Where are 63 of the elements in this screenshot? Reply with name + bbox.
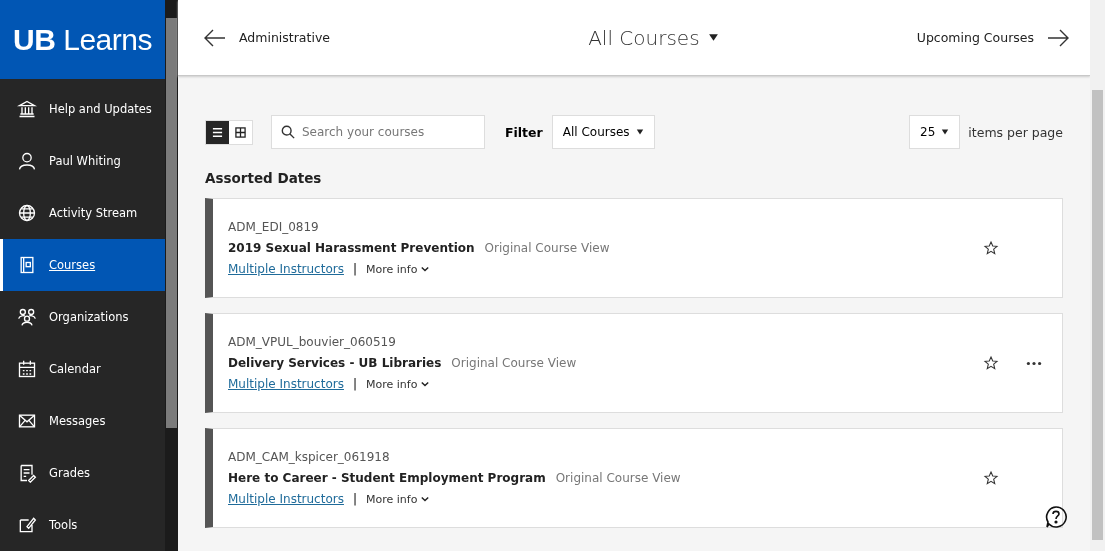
more-info-toggle[interactable]: More info — [366, 492, 430, 506]
more-info-toggle[interactable]: More info — [366, 377, 430, 391]
globe-icon — [17, 203, 37, 223]
per-page-label: items per page — [968, 124, 1063, 140]
sidebar-item[interactable]: Grades — [0, 447, 165, 499]
separator: | — [352, 262, 357, 276]
sidebar-item[interactable]: Activity Stream — [0, 187, 165, 239]
course-scope-dropdown[interactable]: All Courses — [588, 25, 719, 50]
course-title[interactable]: Delivery Services - UB Libraries — [228, 356, 442, 370]
tools-icon — [17, 515, 37, 535]
course-card[interactable]: ADM_VPUL_bouvier_060519 Delivery Services - UB Libraries Original Course View Multiple Instructors | More info — [205, 313, 1063, 413]
more-info-toggle[interactable]: More info — [366, 262, 430, 276]
list-view-button[interactable] — [206, 120, 229, 144]
per-page-dropdown[interactable]: 25 — [909, 115, 961, 149]
scrollbar[interactable] — [165, 0, 178, 551]
chevron-icon — [421, 495, 430, 503]
course-view-label: Original Course View — [451, 356, 577, 370]
course-view-label: Original Course View — [555, 471, 681, 485]
filter-label: Filter — [505, 124, 543, 140]
chevron-icon — [421, 265, 430, 273]
course-title[interactable]: Here to Career - Student Employment Program — [228, 471, 546, 485]
star-icon[interactable] — [983, 470, 999, 486]
separator: | — [352, 492, 357, 506]
separator: | — [352, 377, 357, 391]
course-code: ADM_EDI_0819 — [228, 220, 320, 234]
course-card[interactable]: ADM_CAM_kspicer_061918 Here to Career - Student Employment Program Original Course View Multiple Instructors | More info — [205, 428, 1063, 528]
filter-dropdown[interactable]: All Courses — [551, 115, 655, 149]
back-link[interactable]: Administrative — [203, 25, 330, 50]
sidebar-item[interactable]: Courses — [0, 239, 165, 291]
search-field[interactable]: Search your courses — [271, 115, 485, 149]
person-icon — [17, 151, 37, 171]
logo: UB Learns — [0, 0, 165, 79]
course-card[interactable]: ADM_EDI_0819 2019 Sexual Harassment Prevention Original Course View Multiple Instructors | More info — [205, 198, 1063, 298]
course-title[interactable]: 2019 Sexual Harassment Prevention — [228, 241, 475, 255]
section-title: Assorted Dates — [205, 170, 323, 186]
list-icon — [212, 126, 223, 138]
calendar-icon — [17, 359, 37, 379]
people-icon — [17, 307, 37, 327]
course-code: ADM_CAM_kspicer_061918 — [228, 450, 391, 464]
course-code: ADM_VPUL_bouvier_060519 — [228, 335, 397, 349]
instructors-link[interactable]: Multiple Instructors — [228, 262, 344, 276]
grid-icon — [235, 126, 246, 138]
caret-icon — [941, 128, 950, 136]
sidebar-item[interactable]: Help and Updates — [0, 83, 165, 135]
course-view-label: Original Course View — [484, 241, 610, 255]
scrollbar[interactable] — [1090, 0, 1105, 551]
help-icon[interactable] — [1044, 505, 1068, 529]
next-link[interactable]: Upcoming Courses — [916, 25, 1070, 50]
instructors-link[interactable]: Multiple Instructors — [228, 492, 344, 506]
sidebar-item[interactable]: Organizations — [0, 291, 165, 343]
caret-icon — [635, 128, 644, 136]
bank-icon — [17, 99, 37, 119]
sidebar-item[interactable]: Messages — [0, 395, 165, 447]
sidebar-item[interactable]: Calendar — [0, 343, 165, 395]
more-options-icon[interactable] — [1026, 360, 1042, 366]
caret-icon — [707, 32, 719, 43]
search-icon — [281, 125, 295, 139]
sidebar-item[interactable]: Tools — [0, 499, 165, 551]
instructors-link[interactable]: Multiple Instructors — [228, 377, 344, 391]
sidebar-item[interactable]: Paul Whiting — [0, 135, 165, 187]
chevron-icon — [421, 380, 430, 388]
star-icon[interactable] — [983, 355, 999, 371]
star-icon[interactable] — [983, 240, 999, 256]
